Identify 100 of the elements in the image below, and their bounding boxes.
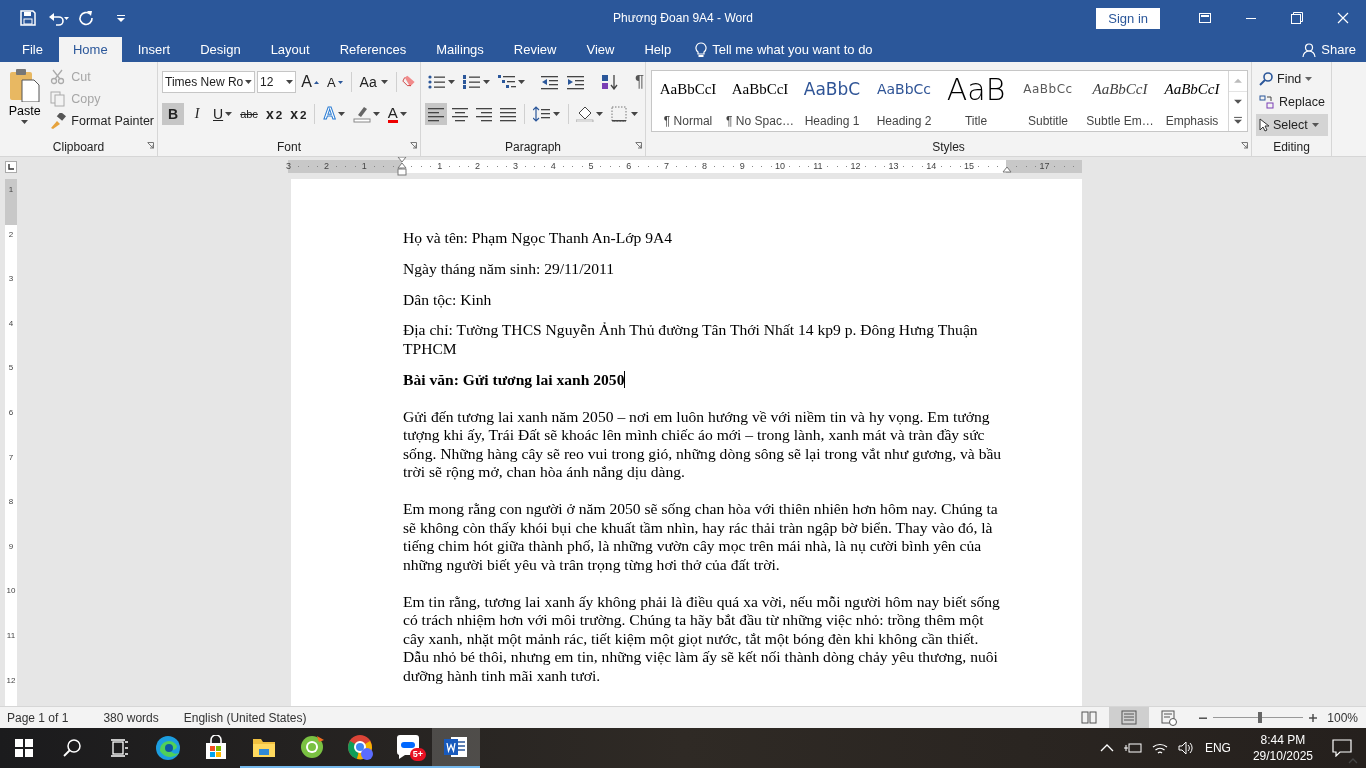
select-button[interactable]: Select xyxy=(1256,114,1328,136)
word-count[interactable]: 380 words xyxy=(103,710,159,725)
style-gallery-item[interactable]: AaBbCcI Emphasis xyxy=(1156,71,1228,131)
zoom-level[interactable]: 100% xyxy=(1327,710,1358,725)
underline-button[interactable]: U xyxy=(210,103,236,125)
ruler-number: 10 xyxy=(775,160,785,173)
document-line: Địa chỉ: Tường THCS Nguyễn Ảnh Thủ đường Tân Thới Nhất 14 kp9 p. Đông Hưng Thuận TPHCM xyxy=(403,321,979,359)
zoom-in-icon[interactable] xyxy=(1309,713,1318,722)
tab-selector-icon[interactable] xyxy=(5,161,17,173)
battery-icon[interactable] xyxy=(1123,742,1142,754)
window-title: Phương Đoan 9A4 - Word xyxy=(613,11,753,25)
caret-icon xyxy=(1305,77,1313,81)
style-gallery-item[interactable]: AaBbC Heading 1 xyxy=(796,71,868,131)
copy-icon xyxy=(50,91,67,107)
font-size-field[interactable]: 12 xyxy=(257,71,297,93)
ruler-number: 15 xyxy=(964,160,974,173)
dialog-launcher-icon[interactable] xyxy=(635,142,642,149)
sign-in-button[interactable]: Sign in xyxy=(1096,7,1160,29)
show-marks-button[interactable]: ¶ xyxy=(632,71,648,93)
indent-marker-icon[interactable] xyxy=(397,157,407,176)
ribbon-display-icon[interactable] xyxy=(1199,12,1211,24)
style-gallery-item[interactable]: AaBbCc Subtitle xyxy=(1012,71,1084,131)
ribbon-tab[interactable]: Help xyxy=(630,37,686,62)
align-left-button[interactable] xyxy=(425,103,447,125)
view-button[interactable] xyxy=(1109,707,1150,728)
ruler-number: 1 xyxy=(361,160,367,173)
ribbon-tab[interactable]: Mailings xyxy=(422,37,498,62)
right-indent-icon[interactable] xyxy=(1001,166,1012,173)
wifi-icon[interactable] xyxy=(1151,741,1168,755)
change-case-button[interactable]: Aa xyxy=(356,71,391,93)
ribbon-tab[interactable]: View xyxy=(572,37,629,62)
ruler-number: 1 xyxy=(8,184,14,196)
search-icon[interactable] xyxy=(63,739,81,757)
italic-button[interactable]: I xyxy=(186,103,208,125)
chevron-up-icon[interactable] xyxy=(1099,744,1114,752)
document-app-icon xyxy=(443,734,469,760)
ribbon-tab[interactable]: Home xyxy=(58,37,122,62)
caret-icon xyxy=(225,112,233,116)
caret-icon xyxy=(380,80,388,84)
tell-me-search[interactable]: Tell me what you want to do xyxy=(712,42,873,57)
borders-button[interactable] xyxy=(608,103,641,125)
ribbon-tab[interactable]: Design xyxy=(186,37,255,62)
replace-button[interactable]: Replace xyxy=(1256,91,1328,113)
multilevel-list-icon xyxy=(498,74,516,90)
style-gallery-item[interactable]: AaBbCcI ¶ No Spac… xyxy=(724,71,796,131)
language-status[interactable]: English (United States) xyxy=(183,710,307,725)
down-caret-icon xyxy=(337,80,343,84)
font-name-field[interactable]: Times New Ro xyxy=(162,71,255,93)
strikethrough-button[interactable]: abc xyxy=(237,103,261,125)
shading-icon xyxy=(576,106,594,122)
ribbon-button[interactable]: Format Painter xyxy=(47,110,157,132)
decrease-indent-icon xyxy=(541,74,559,90)
ribbon-tab[interactable]: File xyxy=(8,37,57,62)
taskbar-app[interactable] xyxy=(432,728,480,768)
style-gallery-item[interactable]: AaBbCcI Subtle Em… xyxy=(1084,71,1156,131)
share-button[interactable]: Share xyxy=(1321,42,1356,57)
speaker-icon[interactable] xyxy=(1177,741,1194,755)
notifications-icon[interactable] xyxy=(1332,739,1352,757)
ribbon-tab[interactable]: References xyxy=(325,37,421,62)
dialog-launcher-icon[interactable] xyxy=(1241,142,1248,149)
ruler-number: 9 xyxy=(739,160,745,173)
paragraph: Gửi đến tương lai xanh năm 2050 – nơi em luôn hướng về với niềm tin và hy vọng. Em tưởng tượng khi ấy, Trái Đất sẽ khoác lên mình chiếc áo mới – trong lành, xanh mát và tràn đầy sức sống. Những hàng cây sẽ reo vui trong gió, những dòng sông sẽ lại trong vắt như gương, và bầu trời sẽ rộng mở, chan hòa ánh nắng dịu dàng. xyxy=(403,407,1003,482)
shrink-font-button[interactable]: A xyxy=(324,71,346,93)
numbering-icon xyxy=(463,74,481,90)
find-button[interactable]: Find xyxy=(1256,68,1328,90)
person-icon xyxy=(1302,42,1317,57)
ruler-number: 13 xyxy=(888,160,899,173)
slider-thumb[interactable] xyxy=(1258,712,1263,723)
windows-icon[interactable] xyxy=(15,739,33,757)
browser-icon xyxy=(347,734,373,760)
style-gallery-item[interactable]: AaB Title xyxy=(940,71,1012,131)
style-gallery-item[interactable]: AaBbCcI ¶ Normal xyxy=(652,71,724,131)
redo-icon[interactable] xyxy=(78,10,94,26)
document-line: Dân tộc: Kinh xyxy=(403,290,493,310)
close-icon[interactable] xyxy=(1337,12,1349,24)
grow-font-button[interactable]: A xyxy=(298,71,322,93)
dialog-launcher-icon[interactable] xyxy=(147,142,154,149)
task-view-icon[interactable] xyxy=(111,739,129,757)
paste-button[interactable]: Paste xyxy=(6,68,44,137)
group-label: Clipboard xyxy=(52,139,105,154)
input-language[interactable]: ENG xyxy=(1204,741,1231,755)
page-count[interactable]: Page 1 of 1 xyxy=(7,710,69,725)
bold-button[interactable]: B xyxy=(162,103,184,125)
clock[interactable]: 8:44 PM 29/10/2025 xyxy=(1252,732,1313,764)
caret-icon xyxy=(245,80,252,84)
customize-icon[interactable] xyxy=(116,13,126,23)
lightbulb-icon xyxy=(695,41,708,58)
ribbon-tab[interactable]: Review xyxy=(499,37,571,62)
font-color-button[interactable]: A xyxy=(384,103,410,125)
ruler-number: 12 xyxy=(850,160,861,173)
ribbon-tab[interactable]: Insert xyxy=(123,37,185,62)
restore-icon[interactable] xyxy=(1291,12,1303,24)
ruler-number: 6 xyxy=(8,407,14,419)
group-label: Editing xyxy=(1273,139,1310,154)
taskbar-app[interactable]: 5+ xyxy=(384,728,432,768)
save-icon[interactable] xyxy=(20,10,36,26)
ribbon-tab[interactable]: Layout xyxy=(256,37,324,62)
undo-icon[interactable] xyxy=(48,10,70,26)
style-gallery-item[interactable]: AaBbCc Heading 2 xyxy=(868,71,940,131)
dialog-launcher-icon[interactable] xyxy=(410,142,417,149)
